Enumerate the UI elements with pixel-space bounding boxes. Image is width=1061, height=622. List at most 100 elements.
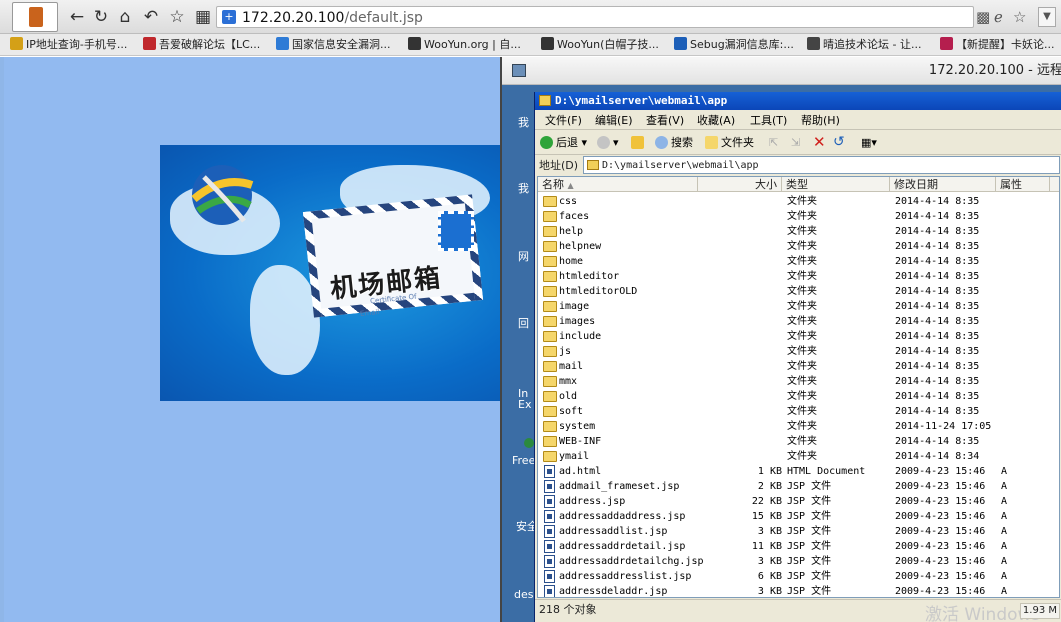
- file-attr: A: [1001, 571, 1008, 582]
- bookmark-item[interactable]: WooYun(白帽子技...: [541, 37, 659, 53]
- bookmark-item[interactable]: 晴追技术论坛 - 让...: [807, 37, 921, 53]
- menu-file[interactable]: 文件(F): [545, 114, 582, 127]
- desktop-icon-label[interactable]: 我: [518, 117, 529, 129]
- file-size: 3 KB: [757, 526, 782, 537]
- views-icon[interactable]: ▦▾: [861, 135, 877, 151]
- desktop-icon-label[interactable]: 网: [518, 251, 529, 263]
- explorer-titlebar[interactable]: D:\ymailserver\webmail\app: [535, 92, 1061, 110]
- table-row[interactable]: WEB-INF 文件夹 2014-4-14 8:35: [538, 434, 1059, 449]
- menu-help[interactable]: 帮助(H): [801, 114, 840, 127]
- address-label: 地址(D): [539, 159, 579, 172]
- table-row[interactable]: js 文件夹 2014-4-14 8:35: [538, 344, 1059, 359]
- table-row[interactable]: soft 文件夹 2014-4-14 8:35: [538, 404, 1059, 419]
- table-row[interactable]: ad.html 1 KB HTML Document 2009-4-23 15:46 A: [538, 464, 1059, 479]
- menu-favorites[interactable]: 收藏(A): [697, 114, 735, 127]
- address-bar[interactable]: + 172.20.20.100/default.jsp: [216, 6, 974, 28]
- bookmark-item[interactable]: IP地址查询-手机号...: [10, 37, 127, 53]
- table-row[interactable]: helpnew 文件夹 2014-4-14 8:35: [538, 239, 1059, 254]
- undo-icon[interactable]: ↶: [140, 6, 162, 28]
- bookmark-item[interactable]: Sebug漏洞信息库:...: [674, 37, 794, 53]
- undo-icon[interactable]: ↺: [833, 134, 845, 150]
- table-row[interactable]: faces 文件夹 2014-4-14 8:35: [538, 209, 1059, 224]
- file-type: 文件夹: [787, 256, 817, 267]
- back-label: 后退: [556, 136, 578, 149]
- search-button[interactable]: 搜索: [655, 135, 693, 151]
- file-modified: 2014-4-14 8:35: [895, 271, 980, 282]
- desktop-app-icon[interactable]: [524, 438, 534, 448]
- column-type[interactable]: 类型: [782, 177, 890, 192]
- table-row[interactable]: mmx 文件夹 2014-4-14 8:35: [538, 374, 1059, 389]
- column-name[interactable]: 名称 ▲: [538, 177, 698, 192]
- column-label: 修改日期: [894, 178, 938, 191]
- desktop-icon-label[interactable]: Ex: [518, 399, 531, 411]
- table-row[interactable]: address.jsp 22 KB JSP 文件 2009-4-23 15:46 A: [538, 494, 1059, 509]
- column-modified[interactable]: 修改日期: [890, 177, 996, 192]
- table-row[interactable]: htmleditorOLD 文件夹 2014-4-14 8:35: [538, 284, 1059, 299]
- bookmark-label: 吾爱破解论坛【LC...: [159, 38, 261, 51]
- bookmark-item[interactable]: WooYun.org | 自...: [408, 37, 521, 53]
- move-to-icon[interactable]: ⇱: [769, 135, 778, 151]
- star-icon[interactable]: ☆: [166, 6, 188, 28]
- bookmark-item[interactable]: 吾爱破解论坛【LC...: [143, 37, 260, 53]
- table-row[interactable]: addressaddaddress.jsp 15 KB JSP 文件 2009-4-2…: [538, 509, 1059, 524]
- address-field[interactable]: D:\ymailserver\webmail\app: [583, 156, 1060, 174]
- table-row[interactable]: image 文件夹 2014-4-14 8:35: [538, 299, 1059, 314]
- delete-icon[interactable]: ✕: [813, 134, 826, 150]
- table-row[interactable]: help 文件夹 2014-4-14 8:35: [538, 224, 1059, 239]
- bookmark-item[interactable]: 【新提醒】卡妖论...: [940, 37, 1055, 53]
- app-menu-icon[interactable]: [12, 2, 58, 32]
- menu-view[interactable]: 查看(V): [646, 114, 684, 127]
- table-row[interactable]: ymail 文件夹 2014-4-14 8:34: [538, 449, 1059, 464]
- bookmarks-bar: IP地址查询-手机号... 吾爱破解论坛【LC... 国家信息安全漏洞... W…: [0, 34, 1061, 56]
- file-name: home: [559, 256, 584, 267]
- table-row[interactable]: system 文件夹 2014-11-24 17:05: [538, 419, 1059, 434]
- table-row[interactable]: addressaddresslist.jsp 6 KB JSP 文件 2009-4-2…: [538, 569, 1059, 584]
- column-size[interactable]: 大小: [698, 177, 782, 192]
- forward-button[interactable]: ▾: [597, 135, 619, 151]
- up-folder-button[interactable]: [631, 135, 647, 151]
- file-modified: 2014-4-14 8:35: [895, 196, 980, 207]
- home-icon[interactable]: ⌂: [114, 6, 136, 28]
- favorite-star-icon[interactable]: ☆: [1013, 6, 1026, 28]
- ie-mode-icon[interactable]: ℯ: [994, 6, 1003, 28]
- file-icon: [544, 570, 555, 583]
- file-name: old: [559, 391, 578, 402]
- grid-icon[interactable]: ▦: [192, 6, 214, 28]
- table-row[interactable]: mail 文件夹 2014-4-14 8:35: [538, 359, 1059, 374]
- file-name: include: [559, 331, 602, 342]
- table-row[interactable]: addressaddrdetail.jsp 11 KB JSP 文件 2009-4-2…: [538, 539, 1059, 554]
- file-type: 文件夹: [787, 376, 817, 387]
- reload-icon[interactable]: ↻: [90, 6, 112, 28]
- table-row[interactable]: css 文件夹 2014-4-14 8:35: [538, 194, 1059, 209]
- dropdown-chevron-icon[interactable]: ▼: [1038, 7, 1056, 27]
- table-row[interactable]: include 文件夹 2014-4-14 8:35: [538, 329, 1059, 344]
- file-modified: 2014-4-14 8:35: [895, 256, 980, 267]
- qr-icon[interactable]: ▩: [976, 6, 990, 28]
- desktop-icon-label[interactable]: 回: [518, 318, 529, 330]
- table-row[interactable]: addressdeladdr.jsp 3 KB JSP 文件 2009-4-23 15…: [538, 584, 1059, 597]
- copy-to-icon[interactable]: ⇲: [791, 135, 800, 151]
- table-row[interactable]: htmleditor 文件夹 2014-4-14 8:35: [538, 269, 1059, 284]
- table-row[interactable]: addmail_frameset.jsp 2 KB JSP 文件 2009-4-23 …: [538, 479, 1059, 494]
- table-row[interactable]: old 文件夹 2014-4-14 8:35: [538, 389, 1059, 404]
- table-row[interactable]: home 文件夹 2014-4-14 8:35: [538, 254, 1059, 269]
- menu-edit[interactable]: 编辑(E): [595, 114, 633, 127]
- bookmark-item[interactable]: 国家信息安全漏洞...: [276, 37, 391, 53]
- file-type: 文件夹: [787, 391, 817, 402]
- back-arrow-icon[interactable]: ←: [66, 6, 88, 28]
- desktop-icon-label[interactable]: 我: [518, 183, 529, 195]
- up-folder-icon: [631, 136, 644, 149]
- column-attr[interactable]: 属性: [996, 177, 1050, 192]
- folders-button[interactable]: 文件夹: [705, 135, 754, 151]
- file-modified: 2014-4-14 8:35: [895, 211, 980, 222]
- table-row[interactable]: images 文件夹 2014-4-14 8:35: [538, 314, 1059, 329]
- back-button[interactable]: 后退 ▾: [540, 135, 587, 151]
- file-modified: 2014-11-24 17:05: [895, 421, 992, 432]
- table-row[interactable]: addressaddrdetailchg.jsp 3 KB JSP 文件 2009-4…: [538, 554, 1059, 569]
- file-modified: 2009-4-23 15:46: [895, 571, 986, 582]
- menu-tools[interactable]: 工具(T): [750, 114, 787, 127]
- table-row[interactable]: addressaddlist.jsp 3 KB JSP 文件 2009-4-23 15…: [538, 524, 1059, 539]
- desktop-icon-label[interactable]: Free: [512, 455, 535, 467]
- folder-icon: [543, 331, 557, 342]
- file-size: 3 KB: [757, 556, 782, 567]
